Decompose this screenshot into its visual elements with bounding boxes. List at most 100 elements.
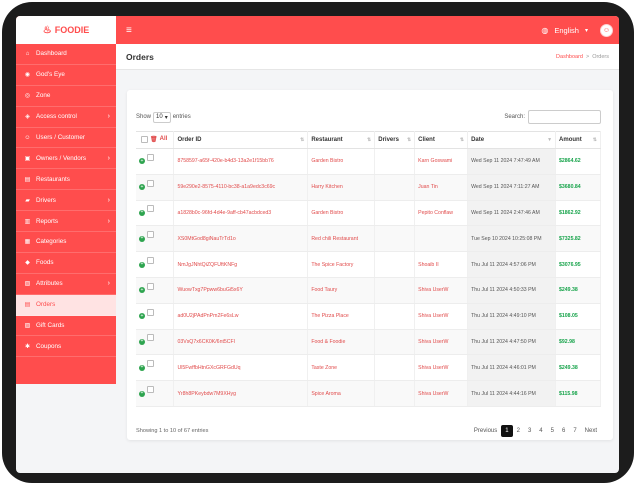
- table-row[interactable]: + WuowTxg7Ppww6buGi5x6Y Food Taury Shiva Us…: [136, 277, 601, 304]
- breadcrumb-dashboard-link[interactable]: Dashboard: [556, 54, 583, 60]
- sidebar-item-gift-cards[interactable]: ▨ Gift Cards: [16, 316, 116, 337]
- row-checkbox[interactable]: [147, 153, 154, 161]
- restaurant-link[interactable]: The Spice Factory: [307, 251, 376, 278]
- client-link[interactable]: Karn Goswami: [414, 148, 469, 175]
- row-checkbox[interactable]: [147, 282, 154, 290]
- user-avatar[interactable]: ☺: [600, 23, 613, 37]
- client-link[interactable]: Shiva UserW: [414, 354, 469, 382]
- table-row[interactable]: + Ul5FwffbHtnGXcGRFGdUq Taste Zone Shiva Us…: [136, 354, 601, 382]
- restaurant-link[interactable]: Taste Zone: [307, 354, 376, 382]
- sidebar-item-attributes[interactable]: ▧ Attributes ›: [16, 274, 116, 295]
- column-header-client[interactable]: Client ⇅: [414, 131, 469, 149]
- row-checkbox[interactable]: [147, 360, 154, 368]
- sidebar-item-users-customer[interactable]: ☺ Users / Customer: [16, 128, 116, 149]
- order-id-link[interactable]: NmJgJNhtQiZQFUftKNFg: [173, 251, 309, 278]
- hamburger-menu-icon[interactable]: ≡: [126, 25, 132, 36]
- expand-row-icon[interactable]: +: [139, 184, 145, 191]
- pagination-page-6[interactable]: 6: [558, 425, 569, 437]
- order-id-link[interactable]: WuowTxg7Ppww6buGi5x6Y: [173, 277, 309, 304]
- table-row[interactable]: + a1828b0c-96fd-4d4e-9aff-cb47acbdced3 Gar…: [136, 200, 601, 227]
- brand-logo[interactable]: ♨ FOODIE: [16, 16, 116, 44]
- restaurant-link[interactable]: Garden Bistro: [307, 148, 376, 175]
- client-link[interactable]: Shoaib II: [414, 251, 469, 278]
- restaurant-link[interactable]: Harry Kitchen: [307, 174, 376, 201]
- select-all-checkbox[interactable]: [141, 135, 148, 143]
- sidebar-item-owners-vendors[interactable]: ▣ Owners / Vendors ›: [16, 148, 116, 170]
- restaurant-link[interactable]: Food & Foodie: [307, 329, 376, 356]
- expand-row-icon[interactable]: +: [139, 313, 145, 320]
- restaurant-link[interactable]: The Pizza Place: [307, 303, 376, 330]
- expand-row-icon[interactable]: +: [139, 235, 145, 242]
- order-id-link[interactable]: Ul5FwffbHtnGXcGRFGdUq: [173, 354, 309, 382]
- expand-row-icon[interactable]: +: [139, 287, 145, 294]
- column-header-restaurant[interactable]: Restaurant ⇅: [307, 131, 376, 149]
- order-id-link[interactable]: ad0U2jPAdPnPm2Fe6sLw: [173, 303, 309, 330]
- sidebar-item-zone[interactable]: ◎ Zone: [16, 86, 116, 107]
- expand-row-icon[interactable]: +: [139, 364, 145, 371]
- row-checkbox[interactable]: [147, 386, 154, 394]
- order-id-link[interactable]: XS0MtGod8giNauTrTd1o: [173, 225, 309, 253]
- entries-select[interactable]: 10 ▾: [153, 111, 171, 123]
- client-link[interactable]: Shiva UserW: [414, 303, 469, 330]
- expand-row-icon[interactable]: +: [139, 390, 145, 397]
- row-checkbox[interactable]: [147, 334, 154, 342]
- client-link[interactable]: Pepito Conflaw: [414, 200, 469, 227]
- restaurant-link[interactable]: Food Taury: [307, 277, 376, 304]
- row-checkbox[interactable]: [147, 179, 154, 187]
- row-checkbox[interactable]: [147, 205, 154, 213]
- pagination-page-5[interactable]: 5: [547, 425, 558, 437]
- client-link[interactable]: Juan Tin: [414, 174, 469, 201]
- row-checkbox[interactable]: [147, 257, 154, 265]
- row-checkbox[interactable]: [147, 308, 154, 316]
- table-row[interactable]: + XS0MtGod8giNauTrTd1o Red chili Restauran…: [136, 225, 601, 253]
- restaurant-link[interactable]: Garden Bistro: [307, 200, 376, 227]
- row-checkbox[interactable]: [147, 231, 154, 239]
- pagination-page-4[interactable]: 4: [535, 425, 546, 437]
- sidebar-item-restaurants[interactable]: ▤ Restaurants: [16, 169, 116, 191]
- table-row[interactable]: +03VsQ7x6CK0K/6nt5CFl Food & Foodie Shiva …: [136, 329, 601, 356]
- sidebar-item-coupons[interactable]: ✱ Coupons: [16, 336, 116, 358]
- restaurant-link[interactable]: Spice Aroma: [307, 380, 376, 407]
- chevron-down-icon[interactable]: ▾: [585, 27, 588, 34]
- sidebar-item-god-s-eye[interactable]: ◉ God's Eye: [16, 65, 116, 86]
- restaurant-link[interactable]: Red chili Restaurant: [307, 225, 376, 253]
- sidebar-item-drivers[interactable]: ▰ Drivers ›: [16, 190, 116, 212]
- table-row[interactable]: + NmJgJNhtQiZQFUftKNFg The Spice Factory Sh…: [136, 251, 601, 278]
- pagination-page-1[interactable]: 1: [501, 425, 513, 437]
- client-link[interactable]: Shiva UserW: [414, 277, 469, 304]
- expand-row-icon[interactable]: +: [139, 261, 145, 268]
- sidebar-item-dashboard[interactable]: ⌂ Dashboard: [16, 44, 116, 65]
- table-row[interactable]: + Yr8h8PKeybdw7M9XHyg Spice Aroma Shiva Use…: [136, 380, 601, 407]
- table-row[interactable]: + ad0U2jPAdPnPm2Fe6sLw The Pizza Place Shiv…: [136, 303, 601, 330]
- client-link[interactable]: Shiva UserW: [414, 380, 469, 407]
- expand-row-icon[interactable]: +: [139, 158, 145, 165]
- order-id-link[interactable]: 59e290e2-8575-4110-bc38-a1a9edc3c69c: [173, 174, 309, 201]
- pagination-page-3[interactable]: 3: [524, 425, 535, 437]
- table-row[interactable]: +59e290e2-8575-4110-bc38-a1a9edc3c69c Har…: [136, 174, 601, 201]
- column-header-date[interactable]: Date ▼: [467, 131, 557, 149]
- client-link[interactable]: [414, 225, 469, 253]
- column-header-amount[interactable]: Amount ⇅: [555, 131, 601, 149]
- language-selector[interactable]: English: [554, 26, 579, 35]
- sidebar-item-reports[interactable]: ▥ Reports ›: [16, 211, 116, 233]
- sidebar-item-foods[interactable]: ◆ Foods: [16, 253, 116, 274]
- pagination-page-2[interactable]: 2: [513, 425, 524, 437]
- client-link[interactable]: Shiva UserW: [414, 329, 469, 356]
- column-header-order-id[interactable]: Order ID ⇅: [173, 131, 309, 149]
- order-id-link[interactable]: 8758597-a65f-420e-b4d3-13a2e1f15bb76: [173, 148, 309, 175]
- order-id-link[interactable]: 03VsQ7x6CK0K/6nt5CFl: [173, 329, 309, 356]
- select-all-header[interactable]: 🗑 All: [136, 131, 175, 149]
- column-header-drivers[interactable]: Drivers ⇅: [374, 131, 416, 149]
- pagination-previous-button[interactable]: Previous: [470, 425, 501, 437]
- expand-row-icon[interactable]: +: [139, 209, 145, 216]
- sidebar-item-orders[interactable]: ▤ Orders: [16, 294, 116, 316]
- expand-row-icon[interactable]: +: [139, 338, 145, 345]
- sidebar-item-categories[interactable]: ▦ Categories: [16, 232, 116, 253]
- search-input[interactable]: [528, 110, 601, 124]
- order-id-link[interactable]: Yr8h8PKeybdw7M9XHyg: [173, 380, 309, 407]
- pagination-next-button[interactable]: Next: [581, 425, 601, 437]
- sidebar-item-access-control[interactable]: ◈ Access control ›: [16, 107, 116, 128]
- order-id-link[interactable]: a1828b0c-96fd-4d4e-9aff-cb47acbdced3: [173, 200, 309, 227]
- pagination-page-7[interactable]: 7: [569, 425, 580, 437]
- trash-icon[interactable]: 🗑: [150, 136, 158, 143]
